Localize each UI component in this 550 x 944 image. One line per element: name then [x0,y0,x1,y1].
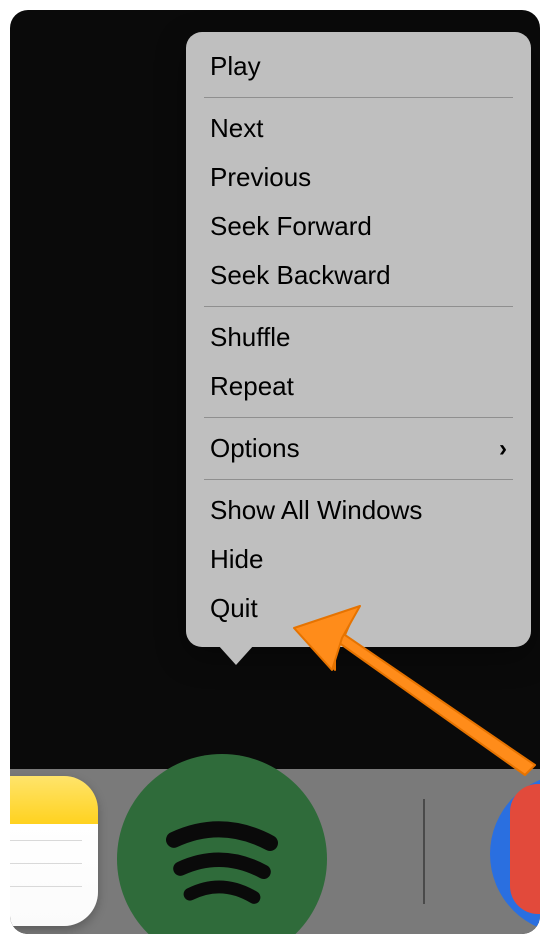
menu-item-label: Play [210,51,261,82]
menu-item-label: Seek Backward [210,260,391,291]
menu-item-label: Show All Windows [210,495,422,526]
menu-item-seek-forward[interactable]: Seek Forward [186,202,531,251]
menu-separator [204,479,513,480]
menu-separator [204,97,513,98]
menu-tail-icon [218,645,254,665]
menu-item-shuffle[interactable]: Shuffle [186,313,531,362]
menu-item-label: Next [210,113,263,144]
notes-icon-lines [10,840,98,909]
menu-item-show-all-windows[interactable]: Show All Windows [186,486,531,535]
chevron-right-icon: › [499,435,507,463]
dock [10,769,540,934]
dock-separator [423,799,425,904]
chrome-app-icon[interactable] [510,784,540,914]
menu-item-label: Quit [210,593,258,624]
menu-item-seek-backward[interactable]: Seek Backward [186,251,531,300]
spotify-glyph-icon [142,779,302,934]
menu-item-label: Shuffle [210,322,290,353]
menu-item-previous[interactable]: Previous [186,153,531,202]
menu-item-repeat[interactable]: Repeat [186,362,531,411]
menu-item-options[interactable]: Options › [186,424,531,473]
menu-item-next[interactable]: Next [186,104,531,153]
menu-item-play[interactable]: Play [186,42,531,91]
menu-item-quit[interactable]: Quit [186,584,531,633]
menu-item-label: Repeat [210,371,294,402]
notes-app-icon[interactable] [10,776,98,926]
dock-context-menu: Play Next Previous Seek Forward Seek Bac… [186,32,531,647]
menu-separator [204,417,513,418]
menu-item-label: Options [210,433,300,464]
menu-item-label: Previous [210,162,311,193]
menu-item-hide[interactable]: Hide [186,535,531,584]
spotify-app-icon[interactable] [117,754,327,934]
menu-item-label: Hide [210,544,263,575]
menu-item-label: Seek Forward [210,211,372,242]
desktop-background: Play Next Previous Seek Forward Seek Bac… [10,10,540,934]
menu-separator [204,306,513,307]
